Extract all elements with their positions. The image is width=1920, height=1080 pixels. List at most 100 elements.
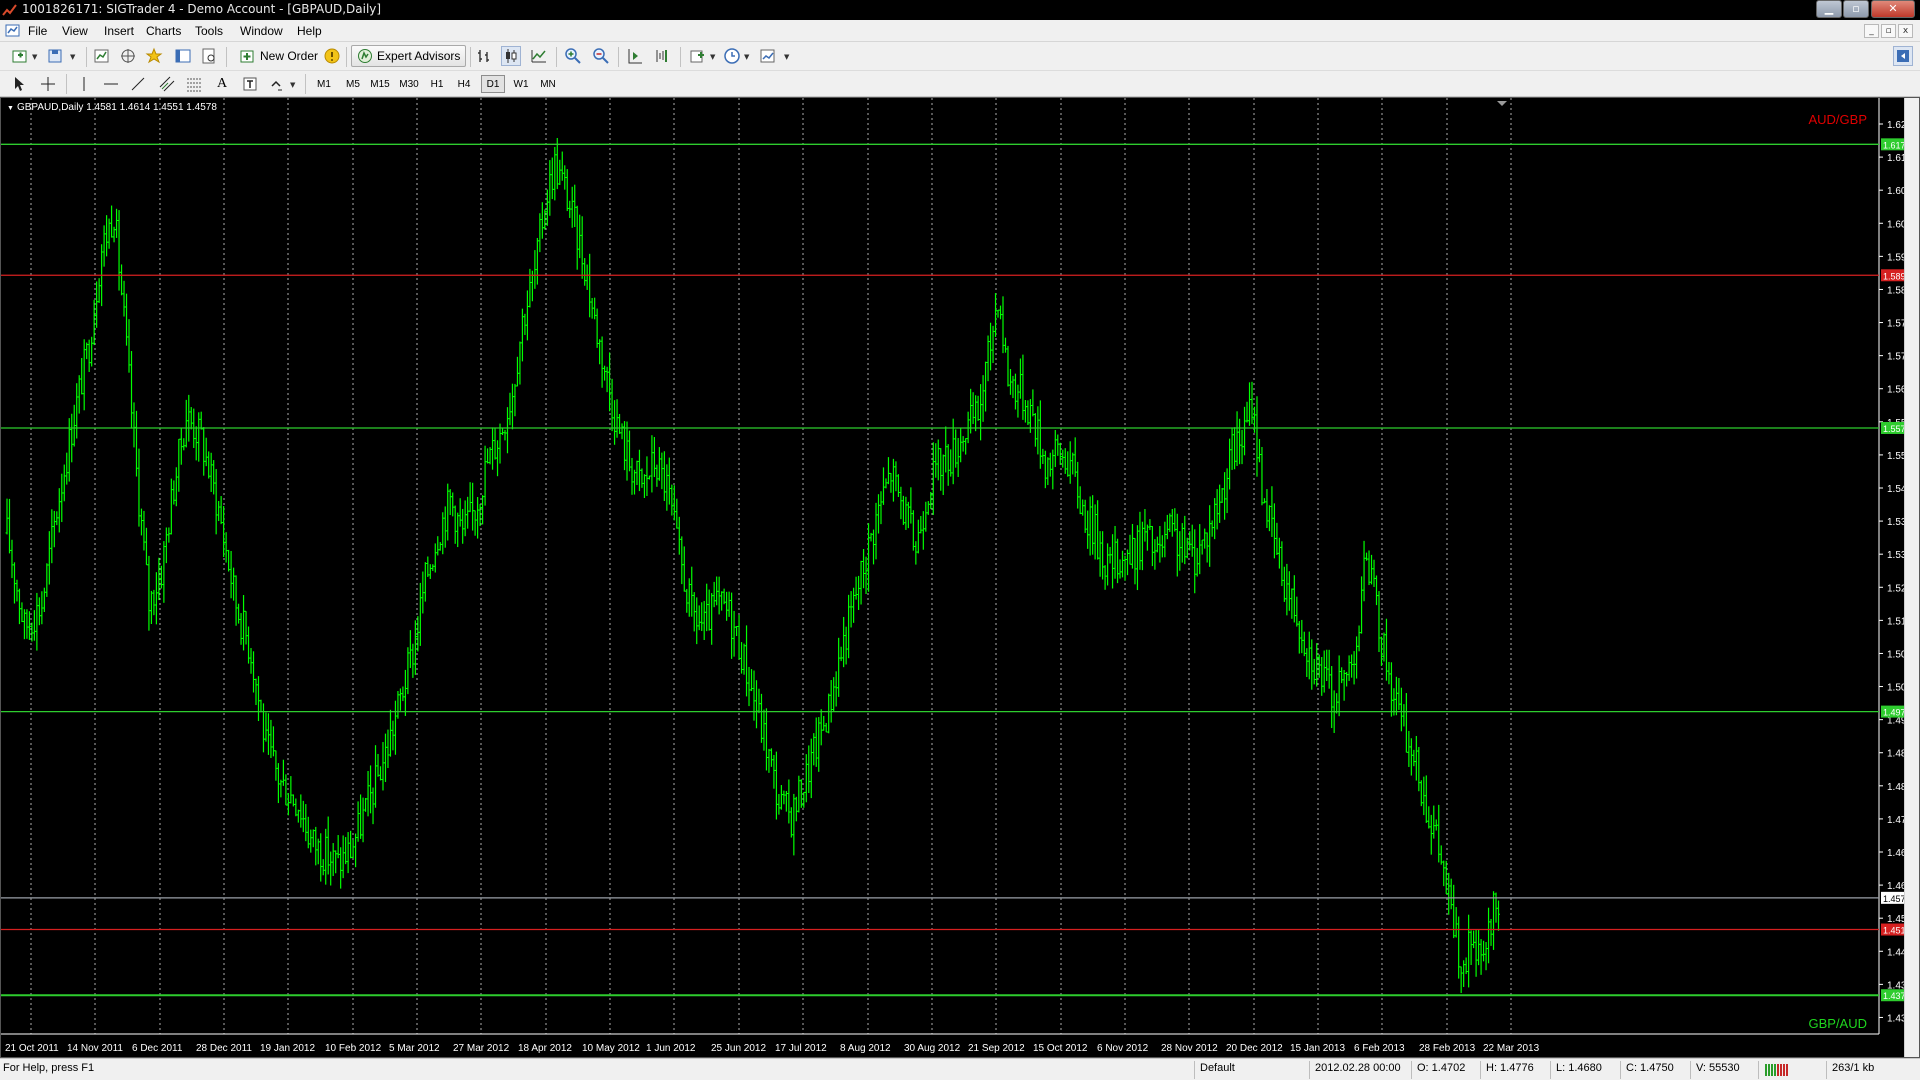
price-tick-label: 1.4885 (1887, 749, 1904, 760)
close-button[interactable]: ✕ (1871, 0, 1915, 18)
chart-side-strip (1904, 98, 1919, 1057)
menu-window[interactable]: Window (240, 24, 283, 38)
price-tick-label: 1.5025 (1887, 683, 1904, 694)
templates-icon[interactable] (758, 46, 778, 66)
templates-dropdown[interactable]: ▼ (784, 53, 789, 61)
equidistant-channel-icon[interactable] (157, 74, 177, 94)
timeframe-m1[interactable]: M1 (312, 75, 336, 93)
chart-shift-icon[interactable] (653, 46, 673, 66)
price-tick-label: 1.5305 (1887, 550, 1904, 561)
crosshair-icon[interactable] (38, 74, 58, 94)
date-tick-label: 5 Mar 2012 (389, 1043, 440, 1054)
date-tick-label: 22 Mar 2013 (1483, 1043, 1540, 1054)
window-title: 1001826171: SIGTrader 4 - Demo Account -… (22, 2, 382, 16)
date-tick-label: 28 Feb 2013 (1419, 1043, 1476, 1054)
timeframe-m15[interactable]: M15 (368, 75, 392, 93)
line-chart-icon[interactable] (529, 46, 549, 66)
date-tick-label: 17 Jul 2012 (775, 1043, 827, 1054)
metaeditor-icon[interactable] (322, 46, 342, 66)
market-watch-icon[interactable] (92, 46, 112, 66)
price-tick-label: 1.5375 (1887, 517, 1904, 528)
status-datetime: 2012.02.28 00:00 (1315, 1062, 1401, 1074)
chart-window[interactable]: 21 Oct 2011 14 Nov 2011 6 Dec 2011 28 Dec 2… (0, 97, 1920, 1058)
bar-chart-icon[interactable] (475, 46, 495, 66)
vertical-line-icon[interactable] (74, 74, 94, 94)
new-chart-dropdown[interactable]: ▼ (32, 53, 37, 61)
minimize-button[interactable]: ▁ (1816, 0, 1842, 18)
indicators-icon[interactable] (688, 46, 708, 66)
fibonacci-icon[interactable] (184, 74, 204, 94)
menu-view[interactable]: View (62, 24, 88, 38)
price-tick-label: 1.4605 (1887, 881, 1904, 892)
menu-charts[interactable]: Charts (146, 24, 181, 38)
terminal-icon[interactable] (173, 46, 193, 66)
strategy-tester-icon[interactable] (199, 46, 219, 66)
title-bar: 1001826171: SIGTrader 4 - Demo Account -… (0, 0, 1920, 20)
timeframe-d1[interactable]: D1 (481, 75, 505, 93)
label-gbp-aud: GBP/AUD (1808, 1016, 1867, 1031)
menu-file[interactable]: File (28, 24, 47, 38)
indicators-dropdown[interactable]: ▼ (710, 53, 715, 61)
navigator-icon[interactable] (118, 46, 138, 66)
timeframe-h1[interactable]: H1 (425, 75, 449, 93)
menu-help[interactable]: Help (297, 24, 322, 38)
text-icon[interactable]: A (212, 74, 232, 94)
price-tick-label: 1.4465 (1887, 947, 1904, 958)
arrows-icon[interactable] (268, 74, 288, 94)
date-tick-label: 18 Apr 2012 (518, 1043, 572, 1054)
timeframe-mn[interactable]: MN (536, 75, 560, 93)
price-chart[interactable]: 21 Oct 2011 14 Nov 2011 6 Dec 2011 28 Dec 2… (1, 98, 1904, 1057)
date-tick-label: 8 Aug 2012 (840, 1043, 891, 1054)
new-order-button[interactable]: New Order (234, 45, 324, 67)
status-low: L: 1.4680 (1556, 1062, 1602, 1074)
expert-advisors-label: Expert Advisors (377, 49, 461, 63)
chart-window-icon[interactable] (5, 23, 21, 39)
price-tick-label: 1.5515 (1887, 451, 1904, 462)
status-open: O: 1.4702 (1417, 1062, 1466, 1074)
line-studies-toolbar: A ▼ M1 M5 M15 M30 H1 H4 D1 W1 MN (0, 71, 1920, 97)
zoom-in-icon[interactable] (563, 46, 583, 66)
menu-insert[interactable]: Insert (104, 24, 134, 38)
help-pane-icon[interactable] (1893, 46, 1913, 66)
expert-advisors-button[interactable]: Expert Advisors (351, 45, 467, 67)
date-tick-label: 20 Dec 2012 (1226, 1043, 1283, 1054)
date-tick-label: 10 May 2012 (582, 1043, 640, 1054)
timeframe-h4[interactable]: H4 (452, 75, 476, 93)
text-label-icon[interactable] (240, 74, 260, 94)
price-level-label: 1.4578 (1883, 894, 1904, 904)
candlestick-icon[interactable] (501, 46, 521, 66)
menu-bar: File View Insert Charts Tools Window Hel… (0, 20, 1920, 42)
chart-close-button[interactable]: x (1898, 24, 1913, 38)
status-profile: Default (1200, 1062, 1235, 1074)
profiles-icon[interactable] (46, 46, 66, 66)
arrows-dropdown[interactable]: ▼ (290, 81, 295, 89)
price-tick-label: 1.5655 (1887, 385, 1904, 396)
price-level-label: 1.4511 (1883, 926, 1904, 936)
menu-tools[interactable]: Tools (195, 24, 223, 38)
profiles-dropdown[interactable]: ▼ (70, 53, 75, 61)
chart-header-text: GBPAUD,Daily 1.4581 1.4614 1.4551 1.4578 (16, 102, 217, 113)
chart-minimize-button[interactable]: _ (1864, 24, 1879, 38)
timeframe-m30[interactable]: M30 (397, 75, 421, 93)
date-tick-label: 10 Feb 2012 (325, 1043, 382, 1054)
date-tick-label: 15 Jan 2013 (1290, 1043, 1345, 1054)
horizontal-line-icon[interactable] (101, 74, 121, 94)
label-aud-gbp: AUD/GBP (1808, 112, 1867, 127)
cursor-icon[interactable] (10, 74, 30, 94)
app-icon (2, 4, 17, 16)
status-traffic: 263/1 kb (1832, 1062, 1875, 1074)
new-order-icon (240, 50, 254, 63)
new-chart-icon[interactable] (10, 46, 30, 66)
autoscroll-icon[interactable] (625, 46, 645, 66)
periods-icon[interactable] (722, 46, 742, 66)
maximize-button[interactable]: ▫ (1843, 0, 1869, 18)
date-tick-label: 6 Feb 2013 (1354, 1043, 1405, 1054)
date-tick-label: 28 Nov 2012 (1161, 1043, 1218, 1054)
periods-dropdown[interactable]: ▼ (744, 53, 749, 61)
zoom-out-icon[interactable] (591, 46, 611, 66)
timeframe-m5[interactable]: M5 (341, 75, 365, 93)
trendline-icon[interactable] (128, 74, 148, 94)
timeframe-w1[interactable]: W1 (509, 75, 533, 93)
chart-restore-button[interactable]: ▫ (1881, 24, 1896, 38)
favorites-icon[interactable] (144, 46, 164, 66)
